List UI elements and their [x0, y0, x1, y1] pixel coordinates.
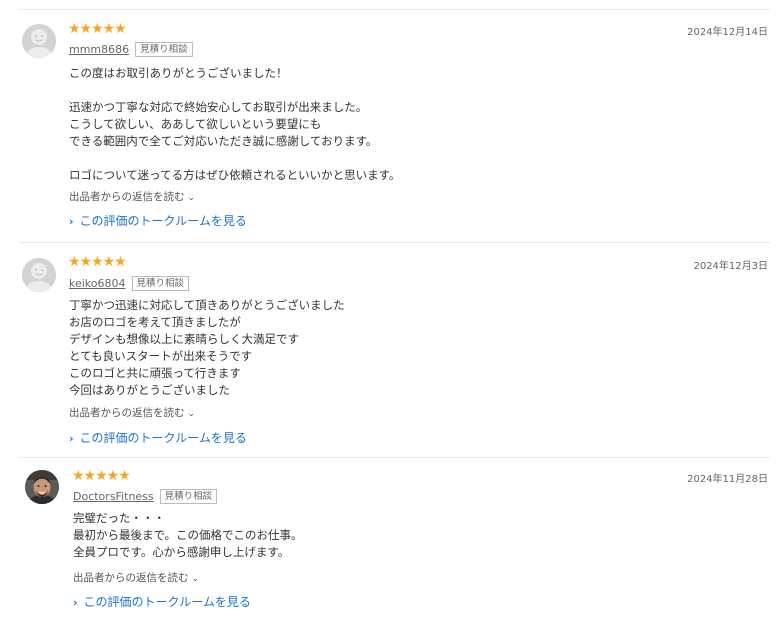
chevron-down-icon: ⌄: [187, 193, 196, 203]
username-link[interactable]: keiko6804: [69, 277, 126, 290]
user-row: keiko6804 見積り相談: [69, 276, 190, 291]
avatar[interactable]: [25, 470, 59, 504]
service-tag: 見積り相談: [159, 489, 218, 504]
default-user-icon: [22, 258, 56, 292]
username-link[interactable]: DoctorsFitness: [73, 490, 154, 503]
avatar[interactable]: [22, 24, 56, 58]
user-row: mmm8686 見積り相談: [69, 42, 193, 57]
reply-label: 出品者からの返信を読む: [69, 407, 185, 419]
default-user-icon: [22, 24, 56, 58]
rating-stars: ★★★★★: [68, 254, 127, 270]
rating-stars: ★★★★★: [72, 468, 131, 484]
user-row: DoctorsFitness 見積り相談: [73, 489, 218, 504]
review-date: 2024年12月14日: [687, 27, 768, 38]
chevron-right-icon: ›: [69, 215, 74, 228]
user-photo-icon: [25, 470, 59, 504]
avatar[interactable]: [22, 258, 56, 292]
review-line: 最初から最後まで。この価格でこのお仕事。: [73, 528, 303, 542]
review-line: とても良いスタートが出来そうです: [69, 349, 253, 363]
review-line: 完璧だった・・・: [73, 511, 165, 525]
divider: [18, 9, 770, 10]
talkroom-link[interactable]: › この評価のトークルームを見る: [73, 593, 251, 610]
review-line: お店のロゴを考えて頂きましたが: [69, 315, 241, 329]
review-line: できる範囲内で全てご対応いただき誠に感謝しております。: [69, 134, 378, 148]
review-line: [69, 82, 400, 99]
talkroom-link[interactable]: › この評価のトークルームを見る: [69, 212, 247, 229]
review-line: この度はお取引ありがとうございました！: [69, 66, 288, 80]
chevron-right-icon: ›: [73, 596, 78, 609]
reply-label: 出品者からの返信を読む: [73, 572, 189, 584]
username-link[interactable]: mmm8686: [69, 43, 129, 56]
chevron-right-icon: ›: [69, 432, 74, 445]
review-body: 完璧だった・・・ 最初から最後まで。この価格でこのお仕事。 全員プロです。心から…: [73, 510, 303, 561]
service-tag: 見積り相談: [131, 276, 190, 291]
review-line: 今回はありがとうございました: [69, 383, 230, 397]
reply-label: 出品者からの返信を読む: [69, 191, 185, 203]
read-reply-toggle[interactable]: 出品者からの返信を読む ⌄: [69, 189, 195, 204]
talkroom-link[interactable]: › この評価のトークルームを見る: [69, 429, 247, 446]
review-date: 2024年12月3日: [693, 261, 768, 272]
review-date: 2024年11月28日: [687, 474, 768, 485]
chevron-down-icon: ⌄: [187, 409, 196, 419]
chevron-down-icon: ⌄: [191, 574, 200, 584]
review-line: ロゴについて迷ってる方はぜひ依頼されるといいかと思います。: [69, 168, 401, 182]
talkroom-label: この評価のトークルームを見る: [79, 431, 247, 445]
service-tag: 見積り相談: [135, 42, 193, 57]
read-reply-toggle[interactable]: 出品者からの返信を読む ⌄: [73, 570, 199, 585]
review-body: 丁寧かつ迅速に対応して頂きありがとうございました お店のロゴを考えて頂きましたが…: [69, 297, 345, 399]
review-line: 迅速かつ丁寧な対応で終始安心してお取引が出来ました。: [69, 100, 368, 114]
review-line: デザインも想像以上に素晴らしく大満足です: [69, 332, 299, 346]
divider: [18, 242, 770, 243]
review-line: 全員プロです。心から感謝申し上げます。: [73, 545, 290, 559]
review-line: このロゴと共に頑張って行きます: [69, 366, 241, 380]
divider: [18, 457, 770, 458]
talkroom-label: この評価のトークルームを見る: [83, 595, 251, 609]
rating-stars: ★★★★★: [68, 21, 127, 37]
talkroom-label: この評価のトークルームを見る: [79, 214, 247, 228]
review-line: こうして欲しい、ああして欲しいという要望にも: [69, 117, 322, 131]
read-reply-toggle[interactable]: 出品者からの返信を読む ⌄: [69, 405, 195, 420]
review-line: [69, 150, 400, 167]
review-line: 丁寧かつ迅速に対応して頂きありがとうございました: [69, 298, 345, 312]
review-body: この度はお取引ありがとうございました！ 迅速かつ丁寧な対応で終始安心してお取引が…: [69, 65, 400, 184]
